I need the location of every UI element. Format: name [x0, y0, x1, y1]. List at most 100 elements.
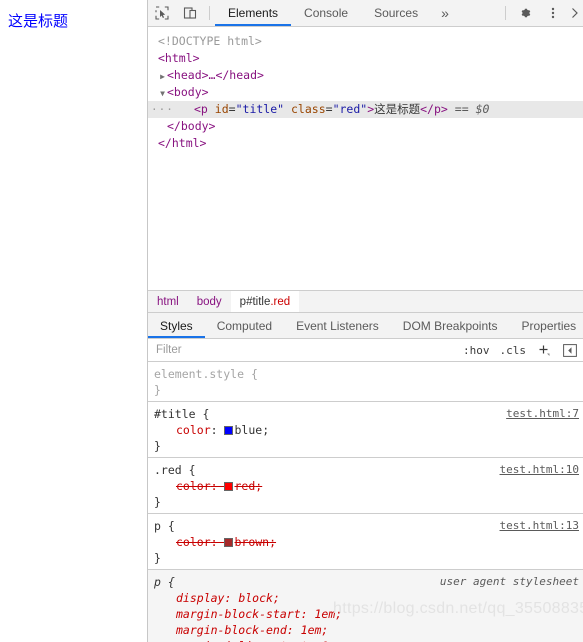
styles-filter-bar: :hov .cls — [148, 339, 583, 362]
more-tabs-button[interactable]: » — [431, 0, 459, 26]
dom-node-html-open[interactable]: <html> — [148, 50, 583, 67]
cls-button[interactable]: .cls — [495, 344, 532, 357]
hov-button[interactable]: :hov — [458, 344, 495, 357]
rule-close-brace: } — [154, 383, 161, 397]
declaration-value[interactable]: 1em — [301, 623, 322, 637]
tab-styles-label: Styles — [160, 318, 193, 333]
style-rule-element-style[interactable]: element.style { } — [148, 362, 583, 402]
attr-class-name: class — [291, 102, 326, 116]
tab-sources[interactable]: Sources — [361, 0, 431, 26]
rule-close-brace: } — [154, 551, 161, 565]
declaration-color-overridden[interactable]: color: red; — [154, 478, 583, 494]
rule-close-brace: } — [154, 439, 161, 453]
tab-elements[interactable]: Elements — [215, 0, 292, 26]
declaration-property[interactable]: color — [176, 535, 211, 549]
color-swatch[interactable] — [224, 482, 234, 491]
declaration-value[interactable]: red — [234, 479, 255, 493]
kebab-menu-icon[interactable] — [539, 0, 567, 26]
color-swatch[interactable] — [224, 426, 234, 435]
declaration-color[interactable]: color: blue; — [154, 422, 583, 438]
tab-styles[interactable]: Styles — [148, 313, 205, 338]
device-toolbar-icon[interactable] — [176, 0, 204, 26]
devtools-panel: Elements Console Sources » <!DOCTYPE htm… — [148, 0, 583, 642]
rule-source-link[interactable]: test.html:13 — [500, 518, 579, 534]
declaration-margin-block-end[interactable]: margin-block-end: 1em; — [154, 622, 583, 638]
rule-close-brace: } — [154, 495, 161, 509]
declaration-property[interactable]: margin-block-start — [176, 607, 301, 621]
breadcrumb-item-p[interactable]: p#title .red — [230, 291, 300, 312]
tab-elements-label: Elements — [228, 6, 279, 20]
collapse-arrow-icon[interactable]: ▼ — [158, 85, 167, 102]
declaration-value[interactable]: brown — [234, 535, 269, 549]
rule-source-link[interactable]: test.html:10 — [500, 462, 579, 478]
devtools-main-toolbar: Elements Console Sources » — [148, 0, 583, 27]
style-rule-p-author[interactable]: test.html:13 p { color: brown; } — [148, 514, 583, 570]
head-line: <head>…</head> — [167, 68, 264, 82]
selection-dollar-ref: $0 — [475, 102, 490, 116]
inspect-cursor-icon[interactable] — [148, 0, 176, 26]
page-heading-title: 这是标题 — [8, 12, 69, 30]
breadcrumb-p-class: .red — [270, 295, 291, 308]
breadcrumb-p-label: p#title — [239, 295, 271, 308]
style-rule-title[interactable]: test.html:7 #title { color: blue; } — [148, 402, 583, 458]
new-style-rule-button[interactable] — [531, 343, 557, 357]
gear-icon[interactable] — [511, 0, 539, 26]
declaration-color-overridden[interactable]: color: brown; — [154, 534, 583, 550]
p-close-tag: </p> — [420, 102, 448, 116]
body-open-tag: <body> — [167, 85, 209, 99]
rule-selector[interactable]: p — [154, 519, 161, 533]
styles-sub-tabs: Styles Computed Event Listeners DOM Brea… — [148, 312, 583, 339]
devtools-toolbar-right — [500, 0, 583, 26]
node-badge-dots[interactable]: ··· — [151, 101, 174, 118]
style-rule-p-user-agent[interactable]: user agent stylesheet p { display: block… — [148, 570, 583, 642]
rule-selector[interactable]: element.style — [154, 367, 244, 381]
tab-event-listeners[interactable]: Event Listeners — [284, 313, 391, 338]
close-icon[interactable] — [567, 0, 583, 26]
tab-dom-breakpoints[interactable]: DOM Breakpoints — [391, 313, 510, 338]
rule-selector[interactable]: #title — [154, 407, 196, 421]
attr-class-value: "red" — [332, 102, 368, 116]
dom-node-body-open[interactable]: ▼ <body> — [148, 84, 583, 101]
styles-pane[interactable]: element.style { } test.html:7 #title { c… — [148, 362, 583, 642]
dom-node-body-close[interactable]: </body> — [148, 118, 583, 135]
declaration-property[interactable]: color — [176, 479, 211, 493]
tab-console[interactable]: Console — [291, 0, 361, 26]
tab-properties[interactable]: Properties — [509, 313, 583, 338]
rule-selector[interactable]: .red — [154, 463, 182, 477]
declaration-display[interactable]: display: block; — [154, 590, 583, 606]
filter-input[interactable] — [148, 339, 458, 361]
rule-selector[interactable]: p — [154, 575, 161, 589]
tab-computed[interactable]: Computed — [205, 313, 284, 338]
breadcrumb-item-body[interactable]: body — [188, 291, 231, 312]
color-swatch[interactable] — [224, 538, 234, 547]
declaration-property[interactable]: display — [176, 591, 224, 605]
dom-node-html-close[interactable]: </html> — [148, 135, 583, 152]
dom-tree[interactable]: <!DOCTYPE html> <html> ▶ <head>…</head> ▼… — [148, 27, 583, 290]
declaration-property[interactable]: color — [176, 423, 211, 437]
declaration-property[interactable]: margin-block-end — [176, 623, 287, 637]
tab-properties-label: Properties — [521, 318, 577, 333]
attr-id-value: "title" — [235, 102, 285, 116]
panel-toggle-icon[interactable] — [557, 343, 583, 357]
dom-node-head[interactable]: ▶ <head>…</head> — [148, 67, 583, 84]
tab-dom-breakpoints-label: DOM Breakpoints — [402, 318, 498, 333]
breadcrumb: html body p#title .red — [148, 290, 583, 312]
declaration-margin-inline-start[interactable]: margin-inline-start: 0px; — [154, 638, 583, 642]
declaration-margin-block-start[interactable]: margin-block-start: 1em; — [154, 606, 583, 622]
selection-eq-marker: == — [454, 102, 469, 116]
toolbar-divider — [209, 6, 210, 20]
declaration-value[interactable]: blue — [234, 423, 262, 437]
html-open-tag: <html> — [158, 51, 200, 65]
style-rule-red[interactable]: test.html:10 .red { color: red; } — [148, 458, 583, 514]
p-text-node[interactable]: 这是标题 — [374, 102, 420, 116]
declaration-value[interactable]: block — [238, 591, 273, 605]
dom-node-p-selected[interactable]: ··· <p id="title" class="red">这是标题</p> ==… — [148, 101, 583, 118]
expand-arrow-icon[interactable]: ▶ — [158, 68, 167, 85]
dom-node-doctype[interactable]: <!DOCTYPE html> — [148, 33, 583, 50]
breadcrumb-item-html[interactable]: html — [148, 291, 188, 312]
declaration-value[interactable]: 1em — [314, 607, 335, 621]
rule-source-link[interactable]: test.html:7 — [506, 406, 579, 422]
breadcrumb-html-label: html — [157, 295, 179, 308]
rule-source-label: user agent stylesheet — [439, 575, 579, 588]
rule-selector-line: element.style { — [154, 367, 258, 381]
